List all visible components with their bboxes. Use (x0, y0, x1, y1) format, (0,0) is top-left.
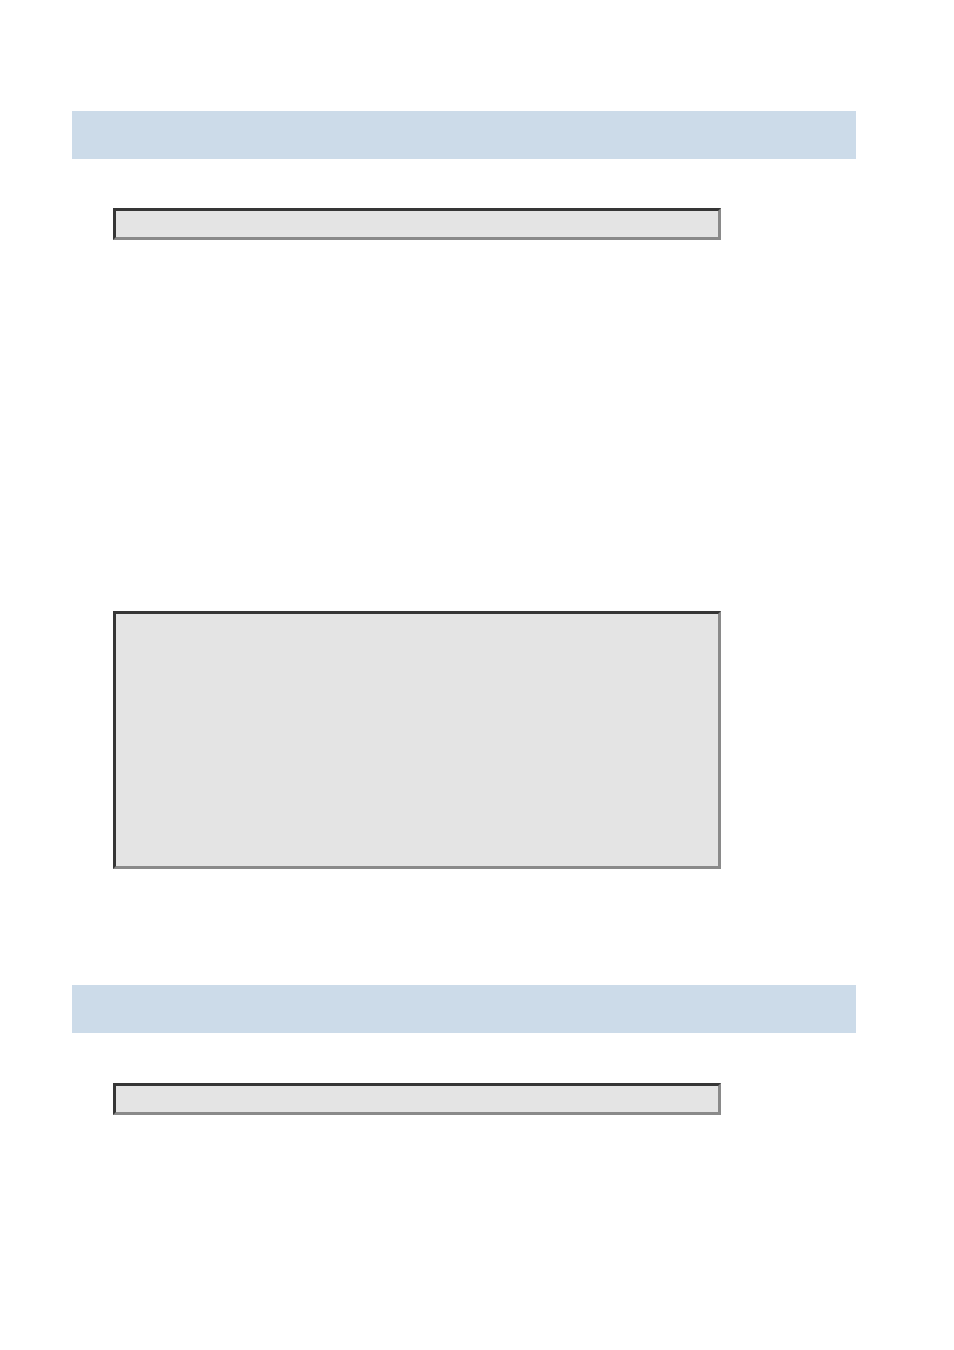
code-block (113, 611, 721, 869)
code-block (113, 1083, 721, 1115)
section-heading (72, 985, 856, 1033)
code-block (113, 208, 721, 240)
section-heading (72, 111, 856, 159)
